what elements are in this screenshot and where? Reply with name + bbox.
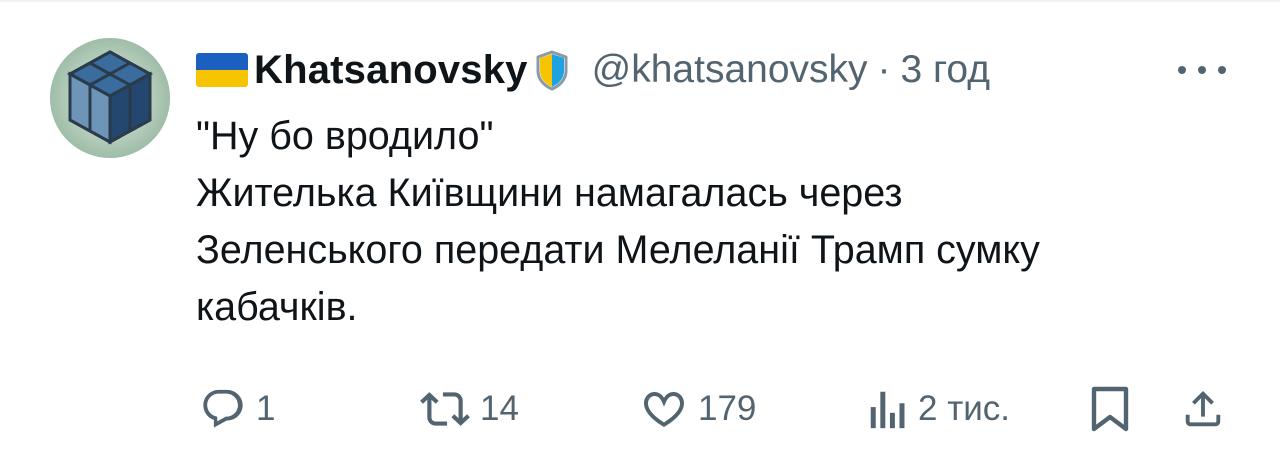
reply-icon	[203, 389, 243, 428]
share-button[interactable]	[1180, 384, 1226, 434]
timestamp[interactable]: 3 год	[901, 48, 990, 92]
separator-dot: ·	[877, 48, 891, 91]
handle[interactable]: @khatsanovsky	[592, 48, 868, 92]
tweet-header: Khatsanovsky @khatsanovsky · 3 год	[196, 42, 990, 98]
ukraine-flag-icon	[196, 53, 248, 87]
like-count: 179	[698, 389, 757, 428]
reply-count: 1	[256, 389, 276, 428]
more-options-icon[interactable]	[1178, 55, 1226, 85]
tweet-text: "Ну бо вродило" Жителька Київщини намага…	[196, 114, 1040, 329]
display-name[interactable]: Khatsanovsky	[254, 48, 528, 93]
retweet-icon	[420, 392, 470, 426]
heart-icon	[644, 392, 684, 427]
like-button[interactable]: 179	[640, 384, 756, 434]
share-icon	[1185, 390, 1221, 427]
bookmark-icon	[1091, 386, 1129, 432]
bookmark-button[interactable]	[1090, 384, 1130, 434]
views-count: 2 тис.	[918, 389, 1010, 428]
action-bar: 1 14 179 2 тис.	[196, 384, 1236, 434]
verified-shield-icon[interactable]	[534, 49, 570, 91]
avatar-image	[50, 38, 170, 158]
reply-button[interactable]: 1	[200, 384, 275, 434]
divider	[0, 0, 1280, 2]
retweet-count: 14	[480, 389, 519, 428]
tweet-card: Khatsanovsky @khatsanovsky · 3 год "Ну б…	[0, 0, 1280, 471]
avatar[interactable]	[50, 38, 170, 158]
retweet-button[interactable]: 14	[420, 384, 519, 434]
views-button[interactable]: 2 тис.	[868, 384, 1010, 434]
views-icon	[870, 391, 905, 429]
